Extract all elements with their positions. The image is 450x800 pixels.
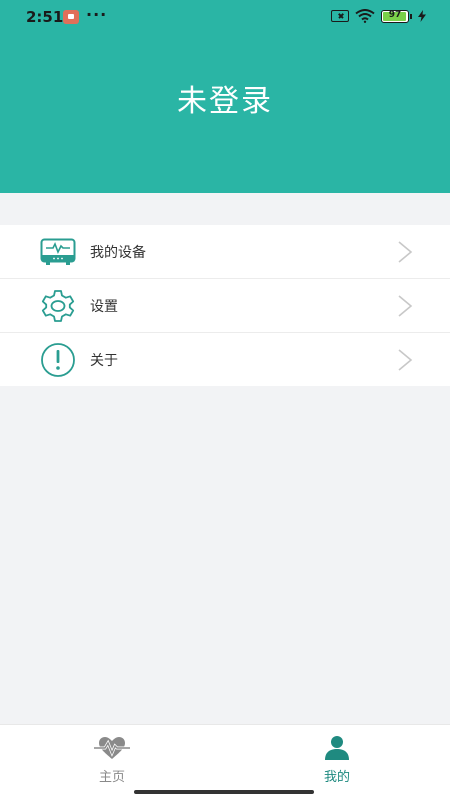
- home-indicator[interactable]: [134, 790, 314, 794]
- notification-app-icon: [63, 10, 79, 24]
- chevron-right-icon: [398, 294, 413, 317]
- tab-mine[interactable]: 我的: [297, 735, 377, 785]
- menu-item-label: 设置: [90, 298, 118, 315]
- charging-icon: [418, 10, 426, 22]
- wifi-icon: [355, 9, 375, 23]
- person-icon: [325, 736, 349, 760]
- menu-item-my-devices[interactable]: 我的设备: [0, 225, 450, 279]
- bottom-tab-bar: 主页 我的: [0, 724, 450, 800]
- gear-icon: [40, 288, 76, 324]
- menu-item-label: 关于: [90, 352, 118, 369]
- menu-item-label: 我的设备: [90, 244, 146, 261]
- tab-label: 我的: [323, 770, 350, 785]
- no-sim-icon: [331, 10, 349, 22]
- menu-item-settings[interactable]: 设置: [0, 279, 450, 333]
- status-time: 2:51: [26, 8, 64, 26]
- chevron-right-icon: [398, 348, 413, 371]
- profile-header: 2:51 ··· 97 未登录: [0, 0, 450, 193]
- status-bar: 2:51 ··· 97: [0, 0, 450, 34]
- battery-icon: 97: [381, 9, 409, 23]
- tab-home[interactable]: 主页: [72, 735, 152, 785]
- settings-menu: 我的设备 设置 关于: [0, 225, 450, 386]
- chevron-right-icon: [398, 240, 413, 263]
- device-monitor-icon: [40, 234, 76, 270]
- heartbeat-icon: [94, 737, 130, 759]
- login-status-title[interactable]: 未登录: [0, 76, 450, 120]
- more-notifications-icon: ···: [86, 5, 108, 24]
- info-exclamation-icon: [40, 342, 76, 378]
- menu-item-about[interactable]: 关于: [0, 333, 450, 386]
- battery-level: 97: [388, 9, 402, 20]
- battery-cap: [410, 13, 412, 19]
- screen: 2:51 ··· 97 未登录 我的设备 设置 关于 主页 我的: [0, 0, 450, 800]
- tab-label: 主页: [98, 770, 125, 785]
- status-indicators: 97: [331, 9, 426, 23]
